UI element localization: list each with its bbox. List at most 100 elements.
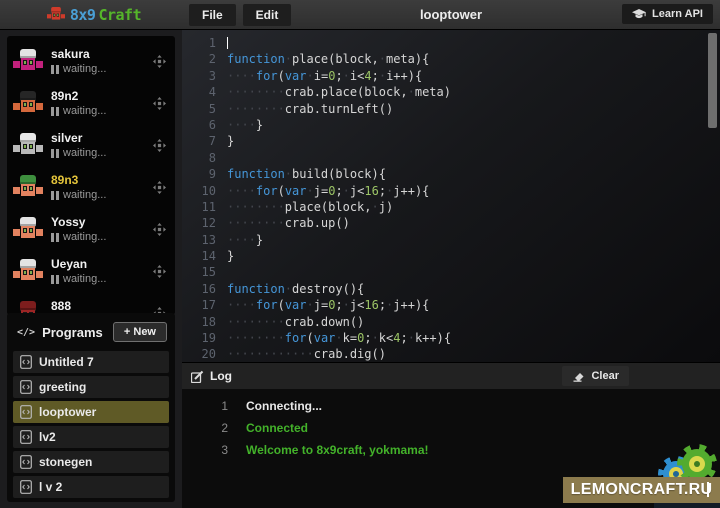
- line-number: 13: [182, 232, 216, 248]
- code-line: 2function·place(block,·meta){: [182, 51, 720, 67]
- entity-row[interactable]: Yossywaiting...: [7, 208, 175, 250]
- code-file-icon: [20, 405, 32, 419]
- entity-row[interactable]: 89n2waiting...: [7, 82, 175, 124]
- log-entry: 2 Connected: [182, 417, 720, 439]
- code-line: 9function·build(block){: [182, 166, 720, 182]
- code-line: 16function·destroy(){: [182, 281, 720, 297]
- log-entry: 1Connecting...: [182, 395, 720, 417]
- code-file-icon: [20, 430, 32, 444]
- program-item[interactable]: lv2: [13, 426, 169, 448]
- entity-row[interactable]: sakurawaiting...: [7, 40, 175, 82]
- program-item[interactable]: greeting: [13, 376, 169, 398]
- code-line: 12········crab.up(): [182, 215, 720, 231]
- entity-row[interactable]: silverwaiting...: [7, 124, 175, 166]
- entity-name: 89n3: [51, 173, 153, 187]
- program-item[interactable]: stonegen: [13, 451, 169, 473]
- entity-list: sakurawaiting...89n2waiting...silverwait…: [7, 36, 175, 315]
- line-number: 16: [182, 281, 216, 297]
- code-line: 5········crab.turnLeft(): [182, 101, 720, 117]
- entity-row[interactable]: Ueyanwaiting...: [7, 250, 175, 292]
- new-program-button[interactable]: + New: [113, 322, 167, 342]
- line-number: 11: [182, 199, 216, 215]
- program-list: Untitled 7 greeting looptower lv2 stonegen l …: [13, 351, 169, 498]
- menu-edit[interactable]: Edit: [243, 4, 292, 26]
- eraser-icon: [572, 371, 585, 382]
- code-line: 14}: [182, 248, 720, 264]
- pause-icon: [51, 65, 54, 74]
- menu-file[interactable]: File: [189, 4, 236, 26]
- log-icon: [191, 370, 204, 383]
- program-item[interactable]: Untitled 7: [13, 351, 169, 373]
- sidebar: sakurawaiting...89n2waiting...silverwait…: [0, 30, 182, 508]
- line-number: 17: [182, 297, 216, 313]
- line-number: 8: [182, 150, 216, 166]
- move-icon[interactable]: [153, 97, 166, 110]
- program-name: l v 2: [39, 480, 62, 494]
- crab-avatar: [13, 133, 43, 158]
- log-line-number: 2: [182, 417, 228, 439]
- pause-icon: [51, 107, 54, 116]
- move-icon[interactable]: [153, 55, 166, 68]
- clear-label: Clear: [591, 370, 619, 382]
- editor-scrollbar[interactable]: [708, 33, 717, 128]
- move-icon[interactable]: [153, 181, 166, 194]
- learn-api-button[interactable]: Learn API: [622, 4, 713, 24]
- line-number: 6: [182, 117, 216, 133]
- line-number: 1: [182, 35, 216, 51]
- code-line: 6····}: [182, 117, 720, 133]
- clear-log-button[interactable]: Clear: [562, 366, 629, 386]
- entity-name: 888: [51, 299, 153, 313]
- program-name: stonegen: [39, 455, 92, 469]
- watermark-text: LEMONCRAFT.RU: [571, 481, 713, 499]
- line-number: 14: [182, 248, 216, 264]
- log-header: Log Clear: [182, 363, 720, 389]
- line-number: 4: [182, 84, 216, 100]
- watermark-strip: [654, 503, 720, 508]
- log-line-number: 1: [182, 395, 228, 417]
- program-item[interactable]: l v 2: [13, 476, 169, 498]
- move-icon[interactable]: [153, 265, 166, 278]
- pause-icon: [51, 275, 54, 284]
- entity-status: waiting...: [51, 273, 153, 285]
- program-name: looptower: [39, 405, 96, 419]
- program-item[interactable]: looptower: [13, 401, 169, 423]
- log-message: Connected: [246, 417, 308, 439]
- crab-avatar: [13, 49, 43, 74]
- code-line: 7}: [182, 133, 720, 149]
- log-message: Welcome to 8x9craft, yokmama!: [246, 439, 429, 461]
- code-line: 15: [182, 264, 720, 280]
- crab-avatar: [13, 175, 43, 200]
- entity-name: Yossy: [51, 215, 153, 229]
- log-title: Log: [210, 369, 232, 383]
- entity-row[interactable]: 888waiting...: [7, 292, 175, 315]
- code-line: 20············crab.dig(): [182, 346, 720, 362]
- code-line: 13····}: [182, 232, 720, 248]
- line-number: 20: [182, 346, 216, 362]
- code-file-icon: [20, 355, 32, 369]
- line-number: 18: [182, 314, 216, 330]
- line-number: 5: [182, 101, 216, 117]
- pause-icon: [51, 191, 54, 200]
- learn-api-label: Learn API: [652, 8, 703, 20]
- line-number: 2: [182, 51, 216, 67]
- code-line: 8: [182, 150, 720, 166]
- move-icon[interactable]: [153, 223, 166, 236]
- crab-avatar: [13, 217, 43, 242]
- watermark-cursor-mark: [707, 482, 709, 497]
- entity-name: silver: [51, 131, 153, 145]
- graduation-cap-icon: [632, 9, 646, 20]
- log-entry: 3Welcome to 8x9craft, yokmama!: [182, 439, 720, 461]
- programs-title: Programs: [42, 325, 103, 340]
- line-number: 7: [182, 133, 216, 149]
- green-gear-icon: [682, 449, 712, 479]
- code-file-icon: [20, 480, 32, 494]
- log-entries: 1Connecting...2 Connected3Welcome to 8x9c…: [182, 389, 720, 461]
- crab-avatar: [13, 259, 43, 284]
- code-line: 4········crab.place(block,·meta): [182, 84, 720, 100]
- code-file-icon: [20, 455, 32, 469]
- entity-row[interactable]: 89n3waiting...: [7, 166, 175, 208]
- move-icon[interactable]: [153, 139, 166, 152]
- line-number: 3: [182, 68, 216, 84]
- program-name: greeting: [39, 380, 86, 394]
- code-editor[interactable]: 12function·place(block,·meta){3····for(v…: [182, 30, 720, 362]
